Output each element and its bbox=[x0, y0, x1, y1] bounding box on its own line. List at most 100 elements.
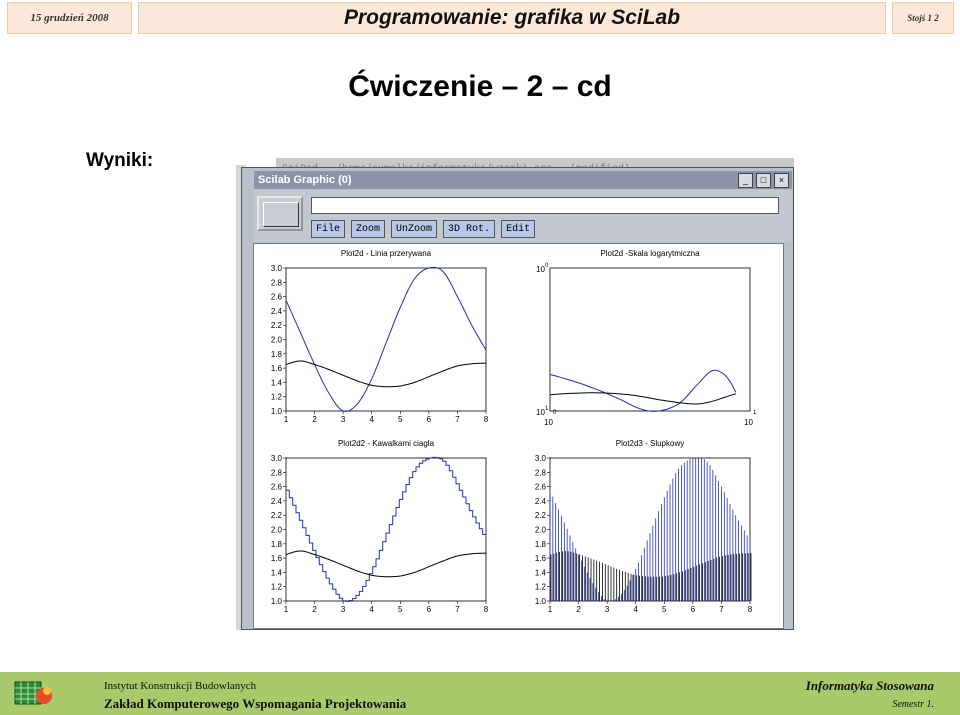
footer-semester: Semestr 1. bbox=[892, 699, 934, 710]
chart-title: Plot2d2 - Kawalkami ciagla bbox=[338, 439, 435, 448]
series-line bbox=[285, 550, 486, 578]
chart-svg: Plot2d3 - Slupkowy 1.0 1.2 1.4 1.6 1.8 2.0 2.2 2… bbox=[535, 439, 753, 614]
window-titlebar[interactable]: Scilab Graphic (0) _ □ × bbox=[254, 171, 792, 189]
footer-institute: Instytut Konstrukcji Budowlanych bbox=[104, 680, 257, 692]
subplot-kawalkami-ciagla: Plot2d2 - Kawalkami ciagla 1.0 1.2 1.4 1.6 1.… bbox=[254, 434, 518, 626]
y-tick-label: 2.8 bbox=[271, 468, 283, 477]
y-tick-label: 2.6 bbox=[535, 483, 547, 492]
y-tick-exponent: 0 bbox=[545, 263, 549, 269]
chart-svg: Plot2d2 - Kawalkami ciagla 1.0 1.2 1.4 1.6 1.… bbox=[271, 439, 489, 614]
x-tick-label: 5 bbox=[398, 605, 403, 614]
chart-title: Plot2d - Linia przerywana bbox=[341, 249, 432, 258]
subplot-skala-logarytmiczna: Plot2d -Skala logarytmiczna 10 1 10 0 10 0 10 1 bbox=[518, 244, 782, 434]
x-tick-label: 10 bbox=[744, 418, 753, 427]
y-tick-label: 1.8 bbox=[271, 350, 283, 359]
chart-title: Plot2d -Skala logarytmiczna bbox=[600, 249, 700, 258]
y-tick-label: 2.2 bbox=[271, 511, 283, 520]
menu-3d-rot[interactable]: 3D Rot. bbox=[443, 220, 496, 238]
series-line bbox=[549, 369, 737, 412]
y-tick-label: 2.0 bbox=[535, 526, 547, 535]
series-line bbox=[285, 266, 487, 412]
menu-file[interactable]: File bbox=[311, 220, 346, 238]
window-title: Scilab Graphic (0) bbox=[258, 174, 352, 186]
results-label: Wyniki: bbox=[86, 150, 154, 171]
footer: Instytut Konstrukcji Budowlanych Zakład … bbox=[0, 672, 960, 715]
footer-course: Informatyka Stosowana bbox=[805, 678, 934, 693]
y-tick-label: 1.4 bbox=[271, 568, 283, 577]
x-tick-label: 8 bbox=[484, 605, 489, 614]
subplot-linia-przerywana: Plot2d - Linia przerywana 1.0 1.2 1.4 1.6 1.8… bbox=[254, 244, 518, 434]
y-tick-label: 1.6 bbox=[535, 554, 547, 563]
x-tick-label: 2 bbox=[312, 605, 317, 614]
chart-svg: Plot2d -Skala logarytmiczna10 110 0100101 bbox=[536, 249, 757, 427]
y-tick-label: 1.2 bbox=[271, 583, 283, 592]
x-tick-label: 6 bbox=[691, 605, 696, 614]
x-tick-label: 4 bbox=[633, 605, 638, 614]
y-tick-label: 1.6 bbox=[271, 364, 283, 373]
x-tick-label: 1 bbox=[284, 605, 289, 614]
y-tick-label: 3.0 bbox=[271, 264, 283, 273]
plot-frame bbox=[285, 267, 487, 412]
x-tick-label: 2 bbox=[312, 415, 317, 424]
graphics-canvas: Plot2d - Linia przerywana 1.0 1.2 1.4 1.6 1.8… bbox=[253, 243, 784, 629]
y-tick-label: 3.0 bbox=[271, 454, 283, 463]
x-tick-label: 7 bbox=[719, 605, 724, 614]
x-tick-label: 8 bbox=[484, 415, 489, 424]
subplot-slupkowy: Plot2d3 - Slupkowy 1.0 1.2 1.4 1.6 1.8 2.0 2.2 2… bbox=[518, 434, 782, 626]
y-tick-label: 3.0 bbox=[535, 454, 547, 463]
close-icon[interactable]: × bbox=[774, 172, 789, 188]
y-tick-label: 2.0 bbox=[271, 526, 283, 535]
x-tick-label: 7 bbox=[455, 605, 460, 614]
y-tick-label: 2.4 bbox=[271, 307, 283, 316]
y-tick-label: 1.4 bbox=[271, 378, 283, 387]
x-tick-label: 6 bbox=[427, 415, 432, 424]
x-tick-label: 4 bbox=[369, 415, 374, 424]
x-tick-label: 10 bbox=[544, 418, 553, 427]
slide-title: Ćwiczenie – 2 – cd bbox=[348, 70, 612, 103]
x-tick-label: 1 bbox=[284, 415, 289, 424]
graphic-window-button[interactable] bbox=[257, 196, 303, 231]
x-tick-label: 3 bbox=[341, 605, 346, 614]
scilab-graphic-window: Scilab Graphic (0) _ □ × File Zoom UnZoo… bbox=[241, 167, 794, 630]
footer-department: Zakład Komputerowego Wspomagania Projekt… bbox=[104, 696, 407, 711]
x-tick-label: 3 bbox=[341, 415, 346, 424]
y-tick-label: 2.4 bbox=[271, 497, 283, 506]
x-tick-label: 5 bbox=[662, 605, 667, 614]
menu-unzoom[interactable]: UnZoom bbox=[391, 220, 438, 238]
maximize-icon[interactable]: □ bbox=[756, 172, 771, 188]
y-tick-label: 2.6 bbox=[271, 293, 283, 302]
x-tick-label: 1 bbox=[548, 605, 553, 614]
y-tick-label: 2.6 bbox=[271, 483, 283, 492]
header-title: Programowanie: grafika w SciLab bbox=[138, 2, 886, 34]
y-tick-label: 1.2 bbox=[271, 393, 283, 402]
y-tick-label: 2.2 bbox=[271, 321, 283, 330]
menu-zoom[interactable]: Zoom bbox=[351, 220, 386, 238]
x-tick-label: 4 bbox=[369, 605, 374, 614]
institute-logo-icon bbox=[14, 681, 52, 705]
series-line bbox=[549, 392, 737, 405]
y-tick-exponent: 1 bbox=[545, 406, 549, 412]
header-date: 15 grudzień 2008 bbox=[7, 2, 132, 34]
y-tick-label: 2.2 bbox=[535, 511, 547, 520]
y-tick-label: 2.8 bbox=[535, 468, 547, 477]
y-tick-label: 2.8 bbox=[271, 278, 283, 287]
plot-frame bbox=[549, 267, 751, 412]
y-tick-label: 1.0 bbox=[271, 597, 283, 606]
y-tick-label: 1.0 bbox=[271, 407, 283, 416]
command-input[interactable] bbox=[311, 197, 779, 214]
x-tick-label: 7 bbox=[455, 415, 460, 424]
y-tick-label: 1.4 bbox=[535, 568, 547, 577]
y-tick-label: 1.8 bbox=[535, 540, 547, 549]
x-tick-exponent: 1 bbox=[753, 410, 757, 416]
y-tick-label: 1.8 bbox=[271, 540, 283, 549]
y-tick-label: 1.6 bbox=[271, 554, 283, 563]
menu-bar: File Zoom UnZoom 3D Rot. Edit bbox=[311, 220, 536, 238]
chart-title: Plot2d3 - Slupkowy bbox=[616, 439, 684, 448]
series-line bbox=[286, 456, 487, 602]
menu-edit[interactable]: Edit bbox=[501, 220, 536, 238]
y-tick-label: 2.4 bbox=[535, 497, 547, 506]
minimize-icon[interactable]: _ bbox=[738, 172, 753, 188]
series-line bbox=[285, 360, 486, 388]
chart-svg: Plot2d - Linia przerywana 1.0 1.2 1.4 1.6 1.8… bbox=[271, 249, 489, 424]
y-tick-label: 2.0 bbox=[271, 336, 283, 345]
